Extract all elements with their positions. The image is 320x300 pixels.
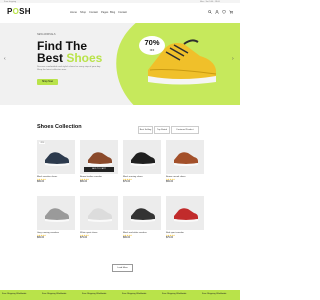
cart-icon[interactable] [229, 10, 233, 14]
product-image[interactable]: ADD TO CART [80, 140, 118, 174]
product-card[interactable]: Black running shoes ★★★★★ $79.00 [123, 140, 161, 183]
hero-label: NEW ARRIVALS [37, 33, 56, 36]
hero-next-arrow[interactable]: › [232, 56, 234, 62]
product-price: $99.00 [37, 180, 45, 183]
nav-contact-2[interactable]: Contact [118, 11, 127, 14]
band-text: Free Shipping Worldwide [82, 293, 107, 295]
product-card[interactable]: Brown casual shoes ★★★★★ $69.00 [166, 140, 204, 183]
nav-home[interactable]: Home [70, 11, 77, 14]
product-card[interactable]: Grey running sneakers ★★★★★ $99.00 [37, 196, 75, 239]
promo-band [0, 290, 240, 300]
sort-best-selling[interactable]: Best Selling [138, 126, 153, 134]
add-to-cart-button[interactable]: ADD TO CART [84, 167, 114, 172]
product-card[interactable]: ADD TO CART Brown leather sneaker ★★★★★ $89… [80, 140, 118, 183]
product-image[interactable] [166, 196, 204, 230]
band-text: Free Shipping Worldwide [122, 293, 147, 295]
nav-shop[interactable]: Shop [80, 11, 86, 14]
product-card[interactable]: Black and white sneaker ★★★★★ $99.00 [123, 196, 161, 239]
hero-prev-arrow[interactable]: ‹ [4, 56, 6, 62]
search-icon[interactable] [208, 10, 212, 14]
product-card[interactable]: White sport shoes ★★★★★ $79.00 [80, 196, 118, 239]
sale-badge: -15% [39, 142, 46, 144]
product-card[interactable]: -15% Black sneaker shoes ★★★★★ $99.00 [37, 140, 75, 183]
hero-title: Find The Best Shoes [37, 39, 103, 65]
product-card[interactable]: Red sport sneaker ★★★★★ $79.00 [166, 196, 204, 239]
product-image[interactable]: -15% [37, 140, 75, 174]
product-image[interactable] [123, 196, 161, 230]
heart-icon[interactable] [222, 10, 226, 14]
user-icon[interactable] [215, 10, 219, 14]
collection-title: Shoes Collection [37, 124, 82, 130]
product-image[interactable] [37, 196, 75, 230]
band-text: Free Shipping Worldwide [162, 293, 187, 295]
product-price: $79.00 [123, 180, 131, 183]
product-price: $99.00 [123, 236, 131, 239]
logo[interactable]: POSH [7, 7, 31, 16]
nav-contact[interactable]: Contact [89, 11, 98, 14]
hero-description: Discover comfortable and stylish shoes f… [37, 66, 101, 71]
product-price: $69.00 [166, 180, 174, 183]
band-text: Free Shipping Worldwide [2, 293, 27, 295]
product-price: $99.00 [37, 236, 45, 239]
product-price: $79.00 [80, 236, 88, 239]
discount-badge: 70% OFF [139, 36, 165, 55]
product-image[interactable] [80, 196, 118, 230]
sort-top-rated[interactable]: Top Rated [154, 126, 170, 134]
product-price: $79.00 [166, 236, 174, 239]
nav-blog[interactable]: Blog [110, 11, 115, 14]
load-more-button[interactable]: Load More [112, 264, 133, 272]
product-image[interactable] [166, 140, 204, 174]
band-text: Free Shipping Worldwide [202, 293, 227, 295]
band-text: Free Shipping Worldwide [42, 293, 67, 295]
product-image[interactable] [123, 140, 161, 174]
nav-pages[interactable]: Pages [101, 11, 108, 14]
shop-now-button[interactable]: Shop Now [37, 79, 58, 85]
sort-featured[interactable]: Featured Product [171, 126, 199, 134]
product-price: $89.00 [80, 180, 88, 183]
